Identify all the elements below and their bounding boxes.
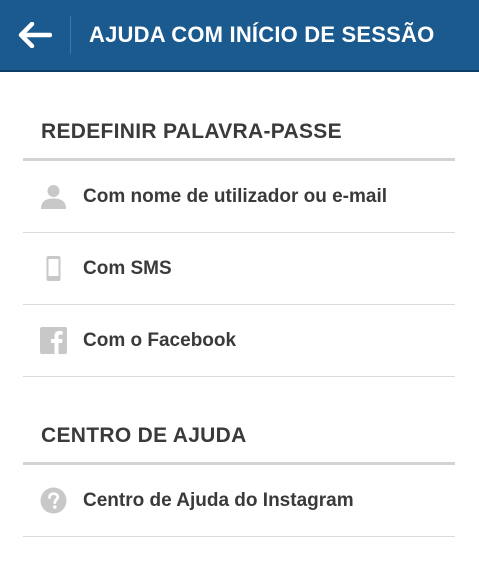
list-item-label: Com SMS bbox=[83, 258, 172, 279]
section-title: REDEFINIR PALAVRA-PASSE bbox=[41, 120, 342, 143]
list-item-label: Com nome de utilizador ou e-mail bbox=[83, 186, 388, 207]
content: REDEFINIR PALAVRA-PASSE Com nome de util… bbox=[23, 72, 455, 537]
list-item-username-email[interactable]: Com nome de utilizador ou e-mail bbox=[23, 161, 455, 233]
app-bar: AJUDA COM INÍCIO DE SESSÃO bbox=[0, 0, 479, 72]
user-icon bbox=[40, 183, 67, 210]
back-button[interactable] bbox=[10, 12, 60, 58]
section-title: CENTRO DE AJUDA bbox=[41, 424, 247, 447]
header-divider bbox=[70, 16, 71, 54]
list-item-facebook[interactable]: Com o Facebook bbox=[23, 305, 455, 377]
help-icon bbox=[40, 487, 67, 514]
list-item-sms[interactable]: Com SMS bbox=[23, 233, 455, 305]
facebook-icon bbox=[40, 327, 67, 354]
list-item-label: Centro de Ajuda do Instagram bbox=[83, 490, 354, 511]
list-item-label: Com o Facebook bbox=[83, 330, 237, 351]
section-header-help-center: CENTRO DE AJUDA bbox=[23, 377, 455, 465]
list-item-instagram-help-center[interactable]: Centro de Ajuda do Instagram bbox=[23, 465, 455, 537]
arrow-left-icon bbox=[18, 22, 52, 48]
phone-icon bbox=[40, 255, 67, 282]
section-header-reset-password: REDEFINIR PALAVRA-PASSE bbox=[23, 72, 455, 161]
page-title: AJUDA COM INÍCIO DE SESSÃO bbox=[89, 22, 435, 47]
